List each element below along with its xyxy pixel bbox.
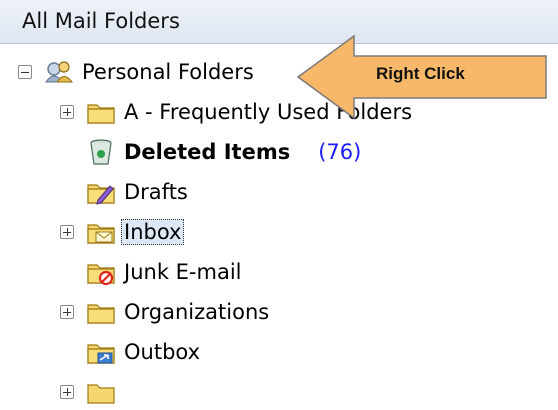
unread-count: (76) [318, 140, 362, 164]
tree-item-label: Personal Folders [82, 60, 254, 84]
tree-item-deleted-items[interactable]: Deleted Items (76) [60, 134, 361, 170]
folder-icon [86, 298, 116, 326]
folder-icon [86, 378, 116, 406]
tree-item-junk-email[interactable]: Junk E-mail [60, 254, 242, 290]
tree-item-inbox[interactable]: Inbox [60, 214, 185, 250]
outbox-folder-icon [86, 338, 116, 366]
expand-icon[interactable] [60, 225, 74, 239]
folder-icon [86, 98, 116, 126]
drafts-folder-icon [86, 178, 116, 206]
tree-item-label: Outbox [124, 340, 201, 364]
collapse-icon[interactable] [18, 65, 32, 79]
tree-item-label: Deleted Items [124, 140, 291, 164]
tree-item-drafts[interactable]: Drafts [60, 174, 188, 210]
tree-item-label: Drafts [124, 180, 188, 204]
tree-item-organizations[interactable]: Organizations [60, 294, 269, 330]
inbox-folder-icon [86, 218, 116, 246]
personal-folders-icon [44, 58, 74, 86]
tree-item-label: Inbox [121, 219, 185, 245]
tree-item-partial [60, 374, 124, 410]
tree-item-label: Organizations [124, 300, 270, 324]
right-click-callout: Right Click [296, 34, 550, 120]
callout-label: Right Click [376, 64, 465, 83]
recycle-bin-icon [86, 138, 116, 166]
junk-folder-icon [86, 258, 116, 286]
expand-icon[interactable] [60, 305, 74, 319]
tree-item-outbox[interactable]: Outbox [60, 334, 200, 370]
header-title: All Mail Folders [22, 9, 180, 33]
tree-item-personal-folders[interactable]: Personal Folders [18, 54, 254, 90]
tree-item-label: Junk E-mail [124, 260, 242, 284]
expand-icon[interactable] [60, 105, 74, 119]
expand-icon [60, 385, 74, 399]
